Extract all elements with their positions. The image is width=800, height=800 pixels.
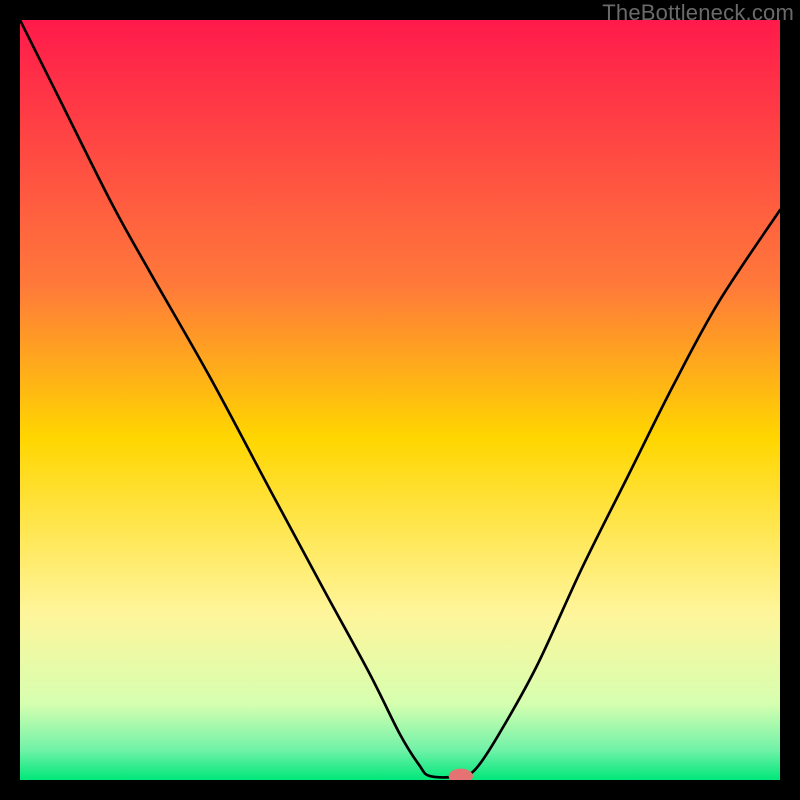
chart-frame: TheBottleneck.com — [0, 0, 800, 800]
plot-area — [20, 20, 780, 780]
bottleneck-chart — [20, 20, 780, 780]
